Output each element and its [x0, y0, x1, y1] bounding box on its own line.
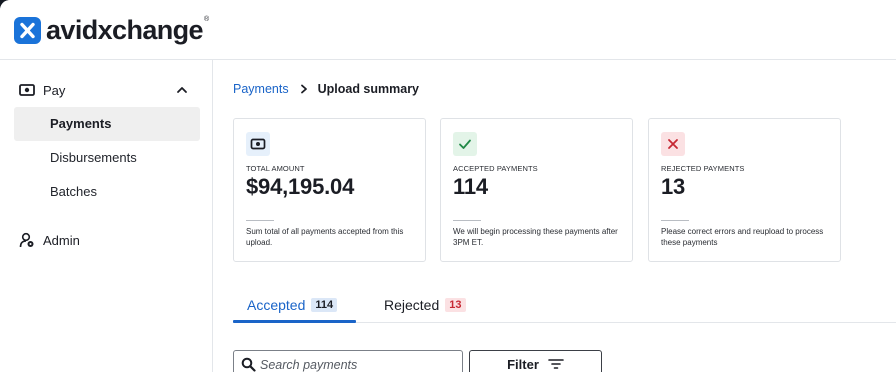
- card-divider: [661, 220, 689, 221]
- search-icon: [241, 357, 256, 372]
- logo-x-icon: [14, 16, 41, 44]
- chevron-up-icon[interactable]: [175, 83, 189, 97]
- brand-logo[interactable]: avidxchange ®: [14, 14, 209, 46]
- card-caption: ACCEPTED PAYMENTS: [453, 164, 538, 173]
- chevron-right-icon: [300, 84, 307, 94]
- app-window: avidxchange ® Pay Payments Disbursements…: [0, 0, 896, 372]
- sidebar-item-batches[interactable]: Batches: [14, 175, 200, 209]
- search-box: [233, 350, 463, 372]
- sidebar-item-payments[interactable]: Payments: [14, 107, 200, 141]
- card-divider: [246, 220, 274, 221]
- filter-button-label: Filter: [507, 356, 539, 372]
- breadcrumb-current: Upload summary: [317, 82, 420, 96]
- card-caption: REJECTED PAYMENTS: [661, 164, 745, 173]
- top-bar: avidxchange ®: [0, 0, 896, 60]
- money-icon: [19, 84, 35, 96]
- filter-lines-icon: [548, 359, 564, 369]
- filter-button[interactable]: Filter: [469, 350, 602, 372]
- card-caption: TOTAL AMOUNT: [246, 164, 305, 173]
- registered-mark: ®: [203, 16, 210, 23]
- sidebar: Pay Payments Disbursements Batches Admin: [0, 60, 213, 372]
- breadcrumb: Payments Upload summary: [233, 82, 419, 96]
- breadcrumb-link-payments[interactable]: Payments: [233, 82, 289, 96]
- tab-count-badge: 13: [445, 298, 466, 312]
- tab-rejected[interactable]: Rejected 13: [384, 297, 466, 323]
- active-tab-indicator: [233, 320, 356, 323]
- summary-card-rejected-payments: REJECTED PAYMENTS 13 Please correct erro…: [648, 118, 841, 262]
- card-value: $94,195.04: [246, 174, 355, 199]
- sidebar-section-pay[interactable]: Pay: [0, 73, 213, 107]
- admin-user-icon: [19, 232, 34, 248]
- tab-label: Accepted: [247, 297, 306, 313]
- card-divider: [453, 220, 481, 221]
- checkmark-icon: [453, 132, 477, 156]
- sidebar-section-label: Admin: [43, 233, 80, 248]
- sidebar-section-label: Pay: [43, 83, 66, 98]
- tab-label: Rejected: [384, 297, 440, 313]
- x-mark-icon: [661, 132, 685, 156]
- sidebar-section-admin[interactable]: Admin: [0, 223, 213, 257]
- money-icon: [246, 132, 270, 156]
- card-value: 13: [661, 174, 686, 199]
- summary-card-accepted-payments: ACCEPTED PAYMENTS 114 We will begin proc…: [440, 118, 633, 262]
- sidebar-item-disbursements[interactable]: Disbursements: [14, 141, 200, 175]
- search-input[interactable]: [260, 356, 456, 372]
- card-note: Sum total of all payments accepted from …: [246, 227, 404, 247]
- card-value: 114: [453, 174, 488, 199]
- summary-card-total-amount: TOTAL AMOUNT $94,195.04 Sum total of all…: [233, 118, 426, 262]
- card-note: We will begin processing these payments …: [453, 227, 618, 247]
- tab-count-badge: 114: [311, 298, 338, 312]
- card-note: Please correct errors and reupload to pr…: [661, 227, 824, 247]
- brand-name: avidxchange: [46, 14, 204, 45]
- main-content: Payments Upload summary TOTAL AMOUNT $94…: [214, 60, 896, 372]
